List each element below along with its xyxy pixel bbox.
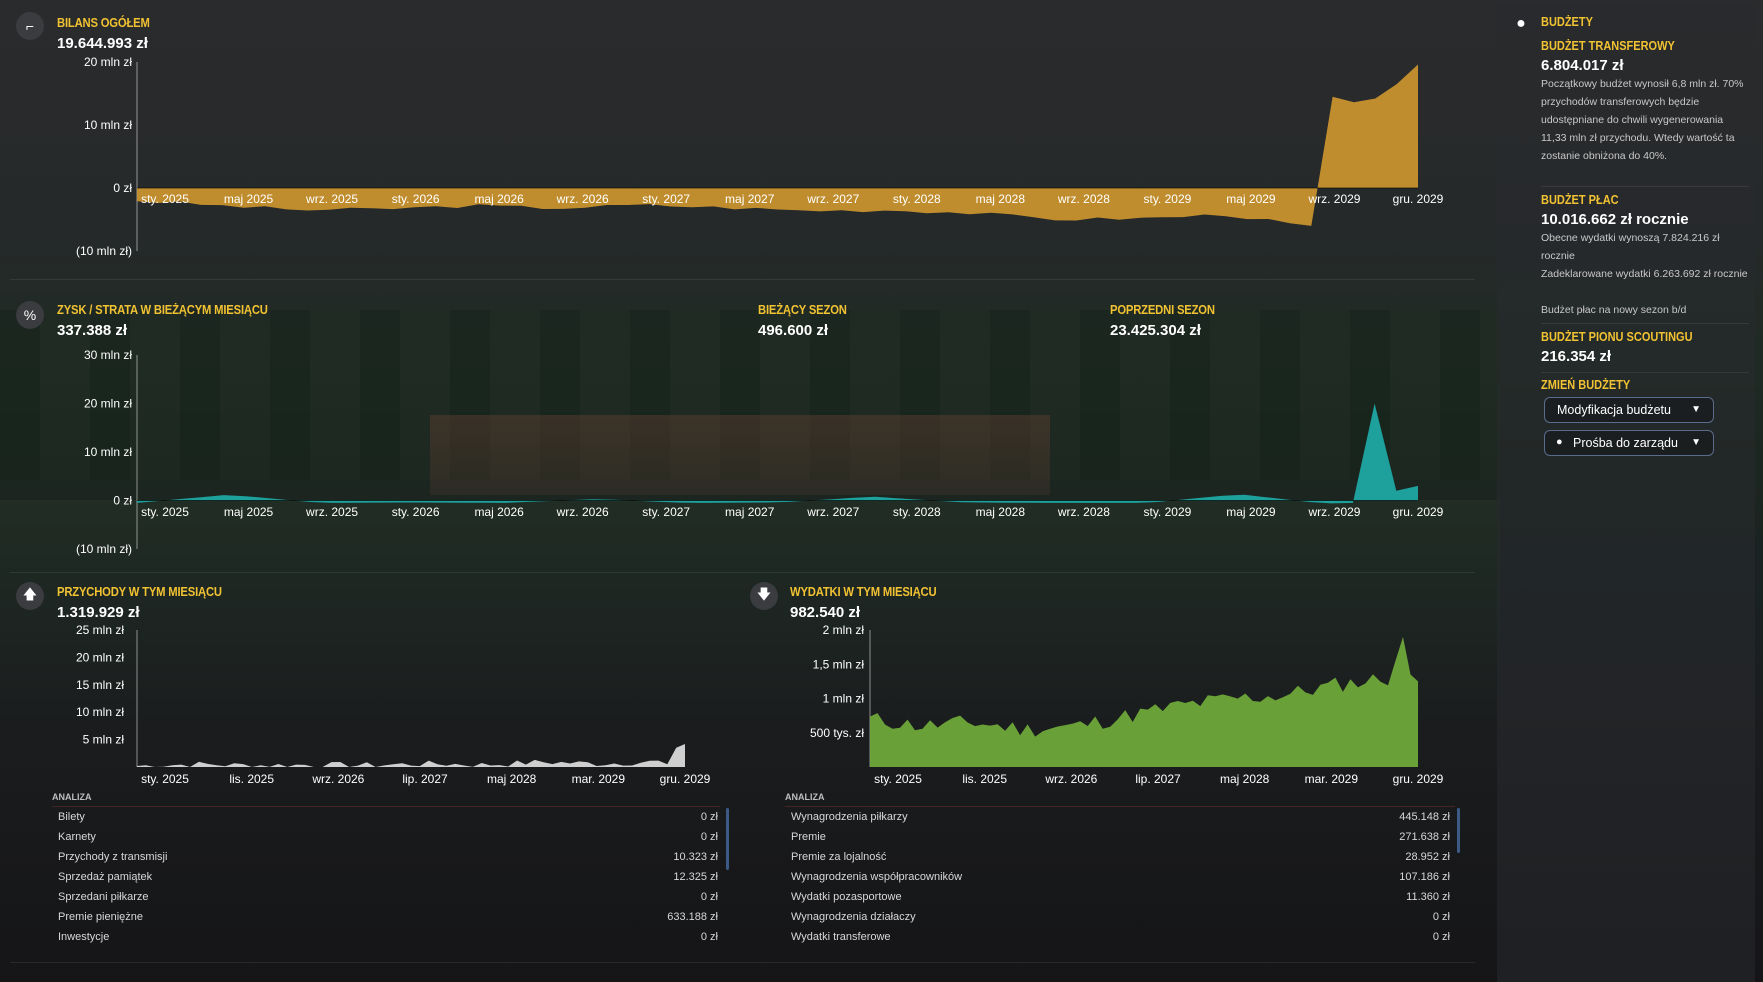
budget-modification-dropdown[interactable]: Modyfikacja budżetu ▼	[1544, 397, 1714, 423]
transfer-budget-value: 6.804.017 zł	[1541, 57, 1624, 74]
income-scrollbar[interactable]	[726, 808, 729, 870]
income-row-value: 0 zł	[700, 931, 718, 943]
expenses-scrollbar[interactable]	[1457, 808, 1460, 853]
income-row-value: 12.325 zł	[673, 871, 718, 883]
income-row-value: 0 zł	[700, 891, 718, 903]
income-row-value: 633.188 zł	[667, 911, 718, 923]
expenses-x-tick: sty. 2025	[874, 772, 922, 786]
income-row-label: Bilety	[58, 811, 85, 823]
piggy-bank-icon: ●	[1516, 15, 1526, 32]
expenses-row-value: 107.186 zł	[1399, 871, 1450, 883]
income-row-label: Premie pieniężne	[58, 911, 143, 923]
expenses-row-label: Premie za lojalność	[791, 851, 887, 863]
income-row-label: Sprzedaż pamiątek	[58, 871, 153, 883]
speech-bubble-icon: ●	[1556, 436, 1563, 448]
expenses-analysis-title: ANALIZA	[785, 792, 825, 802]
income-row-label: Inwestycje	[58, 931, 110, 943]
budgets-title: BUDŻETY	[1541, 15, 1593, 29]
scouting-budget-value: 216.354 zł	[1541, 348, 1612, 365]
income-row-value: 0 zł	[700, 811, 718, 823]
chevron-down-icon: ▼	[1691, 437, 1701, 448]
expenses-row-value: 0 zł	[1432, 931, 1450, 943]
wage-next-season-text: Budżet płac na nowy sezon b/d	[1541, 304, 1687, 316]
expenses-x-tick: maj 2028	[1220, 772, 1270, 786]
expenses-x-tick: lip. 2027	[1135, 772, 1181, 786]
income-row-value: 0 zł	[700, 831, 718, 843]
expenses-row-value: 28.952 zł	[1405, 851, 1450, 863]
expenses-row-label: Wynagrodzenia współpracowników	[791, 871, 963, 883]
scouting-budget-title: BUDŻET PIONU SCOUTINGU	[1541, 330, 1693, 344]
expenses-row-label: Wynagrodzenia piłkarzy	[791, 811, 908, 823]
expenses-x-tick: lis. 2025	[962, 772, 1007, 786]
income-row-label: Sprzedani piłkarze	[58, 891, 149, 903]
wage-budget-value: 10.016.662 zł rocznie	[1541, 211, 1689, 228]
expenses-row-value: 11.360 zł	[1406, 891, 1450, 903]
divider	[10, 962, 1475, 963]
budgets-sidebar: ● BUDŻETY BUDŻET TRANSFEROWY 6.804.017 z…	[1497, 5, 1755, 982]
dropdown-label: Modyfikacja budżetu	[1557, 403, 1671, 417]
divider	[52, 806, 720, 807]
expenses-area	[870, 636, 1418, 767]
expenses-row-value: 445.148 zł	[1399, 811, 1450, 823]
expenses-row-value: 271.638 zł	[1399, 831, 1450, 843]
wage-budget-title: BUDŻET PŁAC	[1541, 193, 1619, 207]
income-row-label: Przychody z transmisji	[58, 851, 168, 863]
income-row-value: 10.323 zł	[673, 851, 718, 863]
board-request-dropdown[interactable]: ● Prośba do zarządu ▼	[1544, 430, 1714, 456]
expenses-y-tick: 2 mln zł	[823, 623, 865, 637]
divider	[785, 806, 1455, 807]
expenses-y-tick: 1 mln zł	[823, 692, 865, 706]
expenses-row-label: Wydatki transferowe	[791, 931, 891, 943]
dropdown-label: Prośba do zarządu	[1573, 436, 1678, 450]
wage-current-text: Obecne wydatki wynoszą 7.824.216 zł rocz…	[1541, 232, 1720, 262]
income-row-label: Karnety	[58, 831, 96, 843]
expenses-x-tick: mar. 2029	[1305, 772, 1359, 786]
divider	[1541, 372, 1749, 373]
transfer-budget-title: BUDŻET TRANSFEROWY	[1541, 39, 1675, 53]
expenses-row-value: 0 zł	[1432, 911, 1450, 923]
expenses-x-tick: wrz. 2026	[1044, 772, 1097, 786]
expenses-y-tick: 500 tys. zł	[810, 726, 864, 740]
expenses-chart: 2 mln zł 1,5 mln zł 1 mln zł 500 tys. zł sty…	[810, 623, 1444, 786]
divider	[1541, 323, 1749, 324]
expenses-row-label: Wynagrodzenia działaczy	[791, 911, 916, 923]
chevron-down-icon: ▼	[1691, 404, 1701, 415]
change-budgets-title: ZMIEŃ BUDŻETY	[1541, 378, 1631, 392]
divider	[1541, 186, 1749, 187]
expenses-x-tick: gru. 2029	[1393, 772, 1444, 786]
expenses-y-tick: 1,5 mln zł	[813, 657, 865, 671]
transfer-budget-text: Początkowy budżet wynosił 6,8 mln zł. 70…	[1541, 78, 1744, 162]
wage-declared-text: Zadeklarowane wydatki 6.263.692 zł roczn…	[1541, 268, 1748, 280]
expenses-row-label: Premie	[791, 831, 826, 843]
expenses-row-label: Wydatki pozasportowe	[791, 891, 902, 903]
